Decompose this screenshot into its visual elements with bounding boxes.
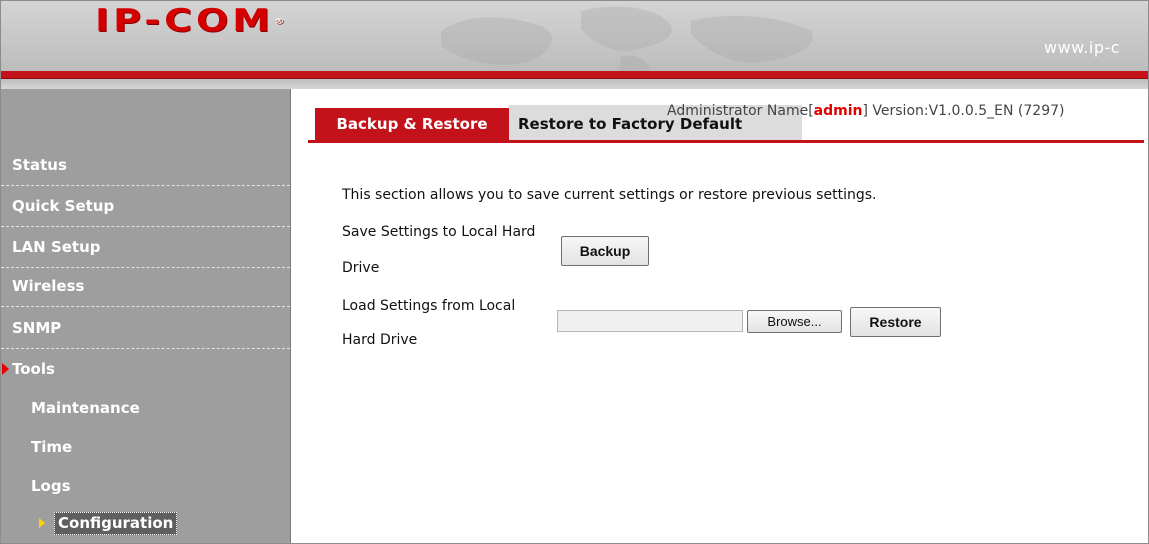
version-text: ] Version:V1.0.0.5_EN (7297)	[862, 103, 1065, 119]
sidebar-item-label: Maintenance	[31, 399, 140, 417]
registered-mark: ®	[274, 17, 285, 27]
section-description: This section allows you to save current …	[342, 187, 877, 203]
sidebar-item-logs[interactable]: Logs	[1, 467, 290, 507]
header-strip	[1, 79, 1148, 89]
ip-com-logo: IP-COM®	[95, 4, 284, 37]
site-url: www.ip-c	[1044, 38, 1121, 57]
tab-label: Backup & Restore	[336, 115, 488, 133]
sidebar-item-quick-setup[interactable]: Quick Setup	[1, 187, 290, 227]
sidebar-item-label: Time	[31, 438, 73, 456]
sidebar-item-label: Logs	[31, 477, 71, 495]
sidebar-item-tools[interactable]: Tools	[1, 350, 290, 390]
admin-prefix: Administrator Name[	[667, 103, 814, 119]
sidebar-item-label: SNMP	[12, 319, 62, 337]
browse-button[interactable]: Browse...	[747, 310, 842, 333]
sidebar-item-label: LAN Setup	[12, 238, 101, 256]
logo-text: IP-COM	[95, 2, 275, 39]
restore-button[interactable]: Restore	[850, 307, 941, 337]
tab-underline	[308, 140, 1144, 143]
sidebar-item-label: Tools	[12, 360, 55, 378]
sidebar-item-label: Wireless	[12, 277, 85, 295]
sidebar-item-maintenance[interactable]: Maintenance	[1, 389, 290, 429]
backup-label-line1: Save Settings to Local Hard	[342, 224, 536, 240]
backup-button[interactable]: Backup	[561, 236, 649, 266]
config-file-input[interactable]	[557, 310, 743, 332]
sidebar-item-configuration[interactable]: Configuration	[1, 505, 290, 543]
sidebar-item-label: Status	[12, 156, 67, 174]
header-divider	[1, 71, 1148, 79]
header-banner: IP-COM® www.ip-c	[1, 1, 1148, 71]
yellow-arrow-icon	[39, 518, 45, 528]
restore-label-line1: Load Settings from Local	[342, 298, 516, 314]
admin-name: admin	[813, 103, 863, 119]
sidebar-item-snmp[interactable]: SNMP	[1, 309, 290, 349]
sidebar-nav: Status Quick Setup LAN Setup Wireless SN…	[1, 89, 291, 543]
restore-label-line2: Hard Drive	[342, 332, 418, 348]
sidebar-item-lan-setup[interactable]: LAN Setup	[1, 228, 290, 268]
world-map-graphic	[441, 6, 813, 71]
sidebar-item-time[interactable]: Time	[1, 428, 290, 468]
admin-version-info: Administrator Name[admin] Version:V1.0.0…	[667, 103, 1064, 119]
red-arrow-icon	[2, 363, 9, 375]
sidebar-item-label: Quick Setup	[12, 197, 115, 215]
sidebar-item-status[interactable]: Status	[1, 146, 290, 186]
router-admin-page: IP-COM® www.ip-c Status Quick Setup LAN …	[0, 0, 1149, 544]
tab-backup-restore[interactable]: Backup & Restore	[315, 108, 509, 140]
sidebar-item-wireless[interactable]: Wireless	[1, 267, 290, 307]
backup-label-line2: Drive	[342, 260, 380, 276]
sidebar-item-label: Configuration	[54, 512, 178, 535]
